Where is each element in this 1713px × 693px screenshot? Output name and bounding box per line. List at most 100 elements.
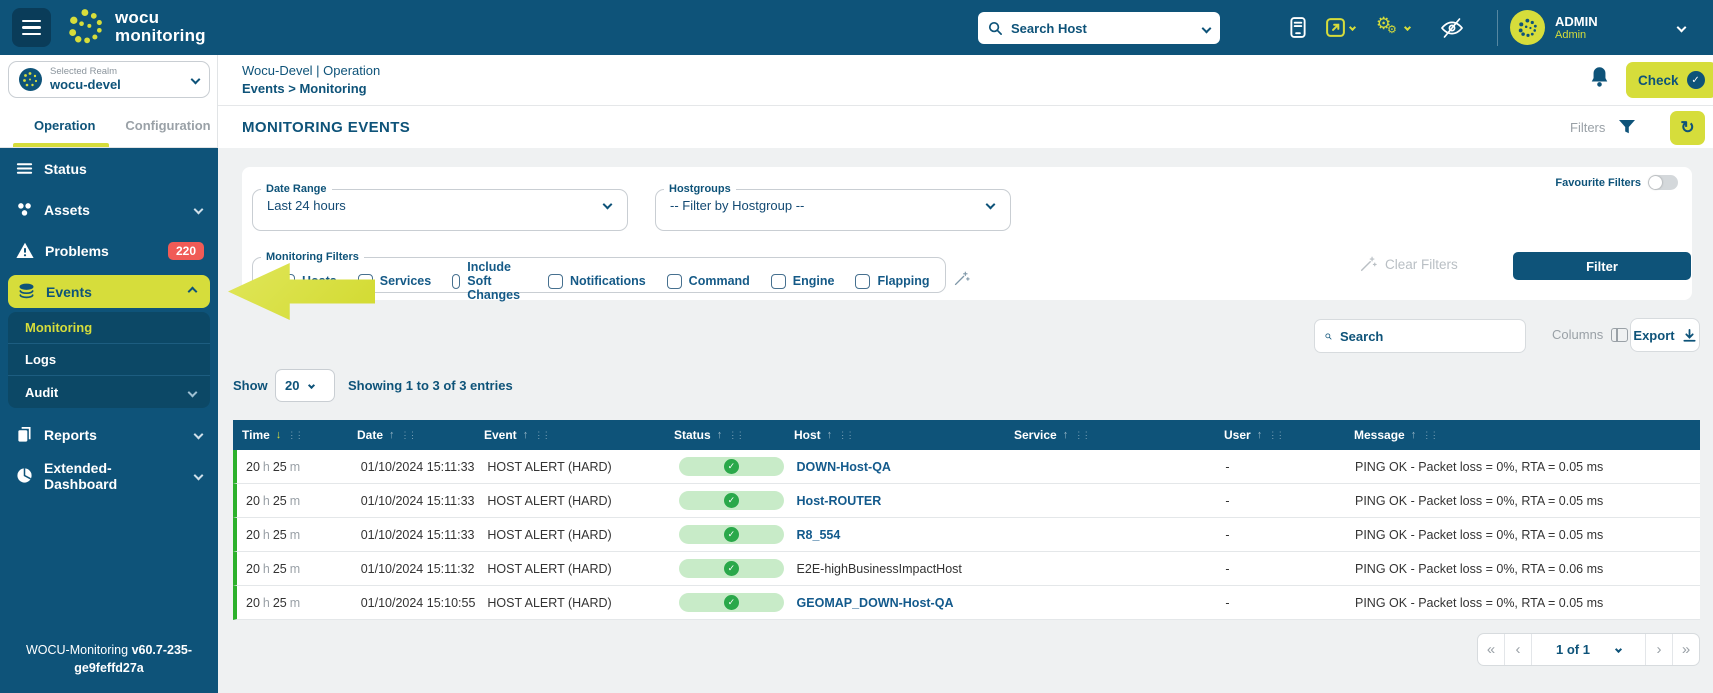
column-header-service[interactable]: Service↑⋮⋮ [1005, 428, 1215, 442]
drag-handle-icon[interactable]: ⋮⋮ [534, 430, 549, 441]
host-link[interactable]: DOWN-Host-QA [797, 460, 891, 474]
table-row: 20h25m01/10/2024 15:11:33HOST ALERT (HAR… [233, 518, 1700, 552]
column-label: Message [1354, 428, 1405, 442]
last-page-button[interactable]: » [1672, 634, 1699, 665]
column-header-host[interactable]: Host↑⋮⋮ [785, 428, 1005, 442]
chevron-down-icon [603, 200, 613, 210]
column-header-event[interactable]: Event ↑ ⋮⋮ [475, 428, 665, 442]
sidebar-item-assets[interactable]: Assets [0, 189, 218, 230]
host-link[interactable]: R8_554 [797, 528, 841, 542]
external-link-button[interactable] [1326, 0, 1355, 55]
page-select[interactable]: 1 of 1 [1532, 634, 1645, 665]
sort-icon[interactable]: ↑ [1411, 429, 1417, 441]
observer-mode-button[interactable] [1440, 0, 1464, 55]
gears-icon: ⚙ ⚙ [1376, 16, 1400, 40]
filter-checkbox-command[interactable]: Command [667, 274, 750, 289]
host-link[interactable]: Host-ROUTER [797, 494, 882, 508]
cell-user: - [1216, 562, 1346, 576]
drag-handle-icon[interactable]: ⋮⋮ [728, 430, 743, 441]
brand-name: wocu monitoring [115, 9, 206, 46]
cell-host: DOWN-Host-QA [788, 460, 1007, 474]
checkbox[interactable] [452, 274, 460, 289]
pagination: « ‹ 1 of 1 › » [1477, 633, 1700, 666]
cell-status: ✓ [668, 457, 788, 476]
column-label: Event [484, 428, 517, 442]
sidebar-item-events[interactable]: Events [8, 275, 210, 308]
search-host-input[interactable] [1011, 21, 1195, 36]
notifications-bell-button[interactable] [1588, 65, 1611, 92]
console-button[interactable] [1290, 0, 1306, 55]
checkbox-label: Engine [793, 274, 835, 288]
settings-button[interactable]: ⚙ ⚙ [1376, 0, 1410, 55]
date-range-select[interactable]: Date Range Last 24 hours [252, 183, 628, 231]
refresh-button[interactable]: ↻ [1670, 111, 1705, 145]
sidebar-item-problems[interactable]: Problems 220 [0, 230, 218, 271]
sort-icon[interactable]: ↑ [523, 429, 529, 441]
filter-submit-button[interactable]: Filter [1513, 252, 1691, 280]
drag-handle-icon[interactable]: ⋮⋮ [287, 430, 302, 441]
chevron-down-icon [1349, 24, 1356, 31]
realm-selector[interactable]: Selected Realm wocu-devel [8, 61, 210, 98]
cell-message: PING OK - Packet loss = 0%, RTA = 0.06 m… [1346, 562, 1700, 576]
sort-icon[interactable]: ↑ [389, 429, 395, 441]
download-icon [1682, 328, 1697, 343]
column-header-user[interactable]: User↑⋮⋮ [1215, 428, 1345, 442]
sidebar-item-status[interactable]: Status [0, 148, 218, 189]
drag-handle-icon[interactable]: ⋮⋮ [1268, 430, 1283, 441]
events-table: Time↓⋮⋮Date↑⋮⋮Event↑⋮⋮Status↑⋮⋮Host↑⋮⋮Se… [233, 420, 1700, 620]
sort-icon[interactable]: ↑ [827, 429, 833, 441]
columns-button[interactable]: Columns [1552, 327, 1628, 342]
first-page-button[interactable]: « [1478, 634, 1505, 665]
drag-handle-icon[interactable]: ⋮⋮ [1074, 430, 1089, 441]
table-search-input[interactable] [1340, 329, 1515, 344]
filter-checkbox-engine[interactable]: Engine [771, 274, 835, 289]
column-header-time[interactable]: Time↓⋮⋮ [233, 428, 348, 442]
sort-icon[interactable]: ↑ [717, 429, 723, 441]
drag-handle-icon[interactable]: ⋮⋮ [401, 430, 416, 441]
host-link[interactable]: GEOMAP_DOWN-Host-QA [797, 596, 954, 610]
favourite-filters-toggle[interactable] [1648, 175, 1678, 190]
check-button[interactable]: Check ✓ [1626, 62, 1713, 98]
hamburger-menu-button[interactable] [12, 8, 51, 47]
sort-icon[interactable]: ↑ [1063, 429, 1069, 441]
tab-operation[interactable]: Operation [34, 118, 95, 133]
chevron-down-icon[interactable] [1677, 23, 1687, 33]
checkbox[interactable] [548, 274, 563, 289]
sort-icon[interactable]: ↓ [276, 429, 282, 441]
chevron-down-icon[interactable] [1202, 23, 1212, 33]
checkbox[interactable] [771, 274, 786, 289]
cell-user: - [1216, 528, 1346, 542]
column-header-message[interactable]: Message ↑ ⋮⋮ [1345, 428, 1700, 442]
filter-checkbox-include-soft-changes[interactable]: Include Soft Changes [452, 260, 527, 302]
clear-filters-button[interactable]: Clear Filters [1359, 255, 1458, 273]
column-header-status[interactable]: Status↑⋮⋮ [665, 428, 785, 442]
chevron-up-icon [188, 287, 198, 297]
brand-logo: wocu monitoring [66, 7, 206, 47]
hostgroups-select[interactable]: Hostgroups -- Filter by Hostgroup -- [655, 183, 1011, 231]
sort-icon[interactable]: ↑ [1257, 429, 1263, 441]
tab-configuration[interactable]: Configuration [125, 118, 210, 133]
sidebar-item-extended-dashboard[interactable]: Extended-Dashboard [0, 455, 218, 496]
prev-page-button[interactable]: ‹ [1505, 634, 1532, 665]
next-page-button[interactable]: › [1645, 634, 1672, 665]
export-button[interactable]: Export [1630, 318, 1700, 352]
submenu-item-monitoring[interactable]: Monitoring [8, 312, 210, 344]
checkbox-label: Notifications [570, 274, 646, 288]
sidebar-item-reports[interactable]: Reports [0, 414, 218, 455]
chevron-down-icon [194, 471, 204, 481]
checkbox[interactable] [855, 274, 870, 289]
filter-checkbox-flapping[interactable]: Flapping [855, 274, 929, 289]
drag-handle-icon[interactable]: ⋮⋮ [1422, 430, 1437, 441]
filter-checkbox-notifications[interactable]: Notifications [548, 274, 646, 289]
wand-icon[interactable] [953, 270, 970, 292]
submenu-item-audit[interactable]: Audit [8, 376, 210, 408]
submenu-item-logs[interactable]: Logs [8, 344, 210, 376]
page-size-select[interactable]: 20 [275, 369, 335, 402]
drag-handle-icon[interactable]: ⋮⋮ [838, 430, 853, 441]
column-header-date[interactable]: Date↑⋮⋮ [348, 428, 475, 442]
filter-funnel-icon[interactable] [1618, 119, 1636, 140]
checkbox-label: Include Soft Changes [467, 260, 527, 302]
sidebar: Selected Realm wocu-devel Operation Conf… [0, 55, 218, 693]
checkbox[interactable] [667, 274, 682, 289]
user-menu[interactable]: ADMIN Admin [1510, 10, 1598, 45]
